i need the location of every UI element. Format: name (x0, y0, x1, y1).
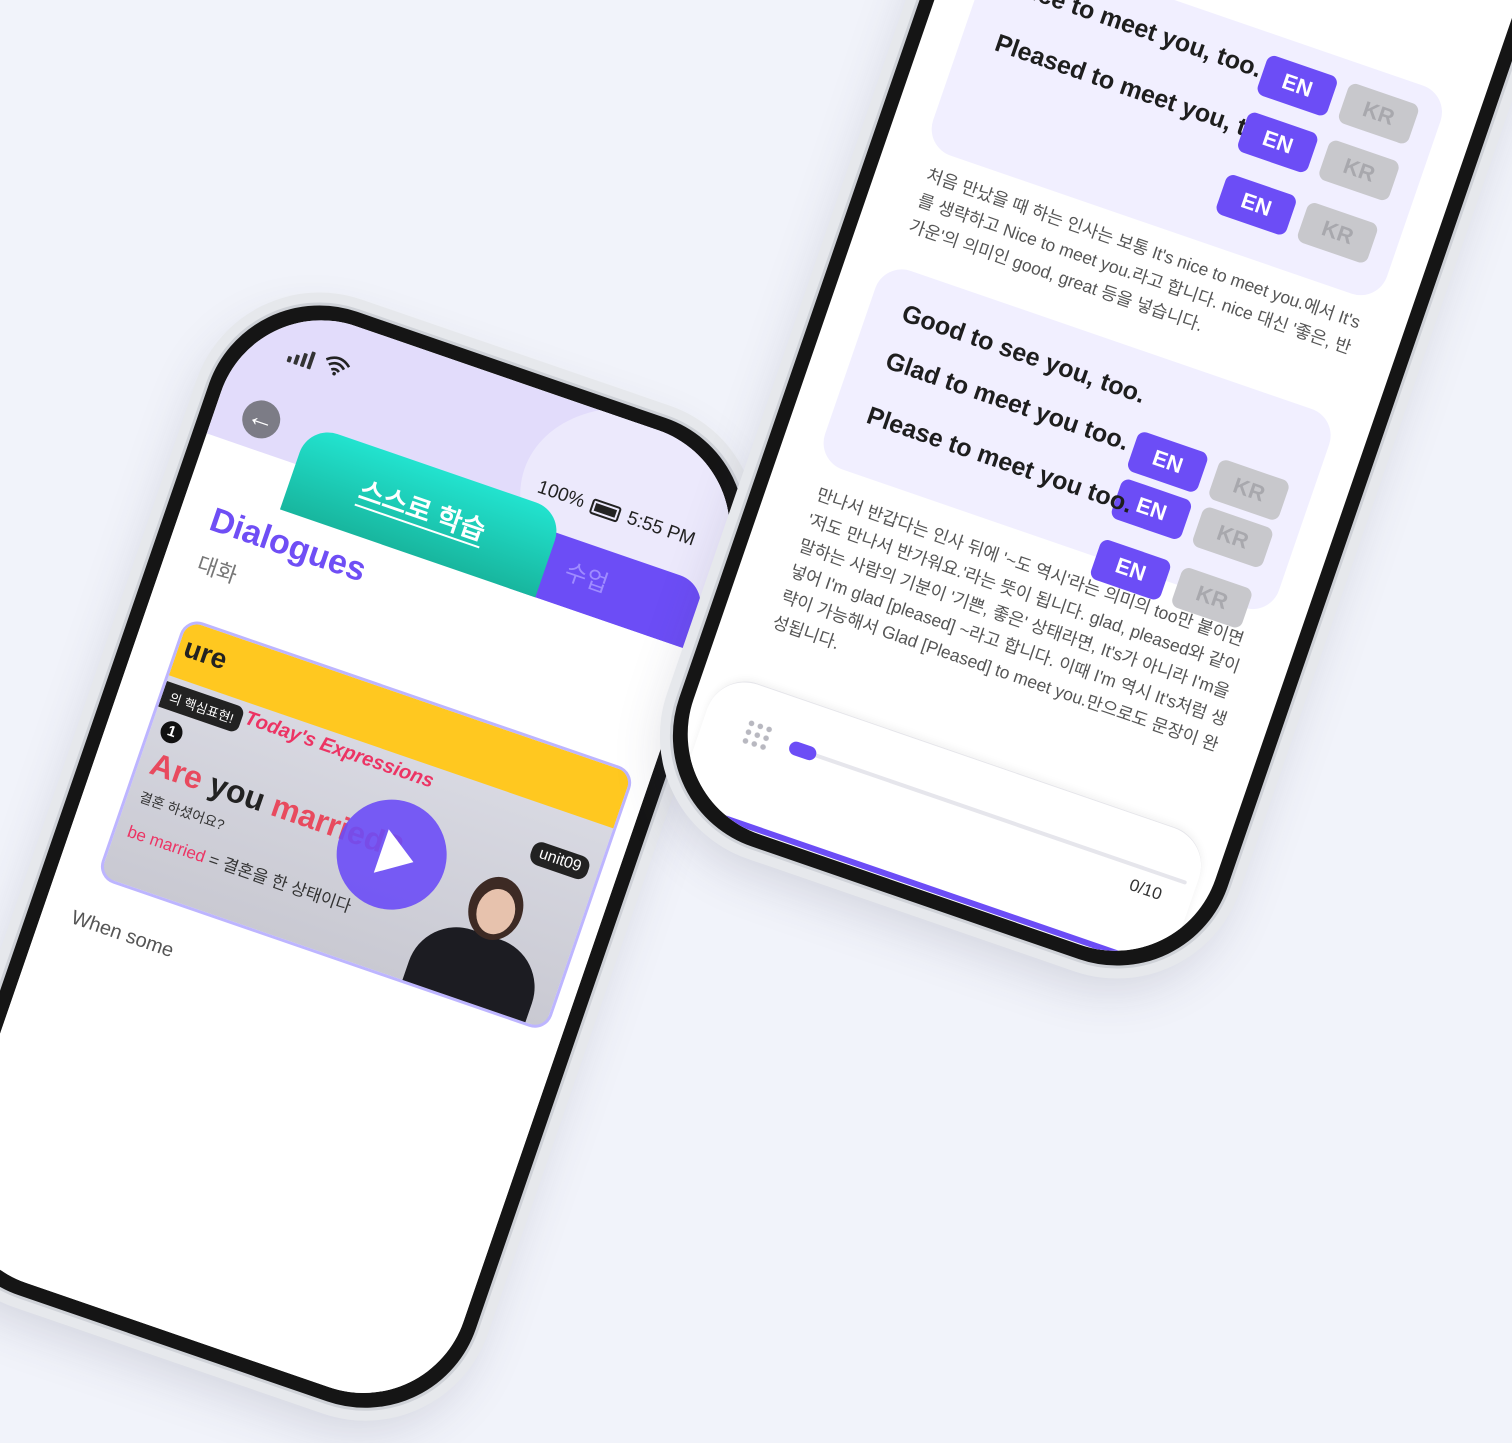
tab-class-label: 수업 (560, 558, 612, 599)
tab-self-study-label: 스스로 학습 (355, 475, 490, 547)
expression-number: 1 (157, 718, 186, 747)
left-screen: 100% 5:55 PM ← 수업 스스로 학습 Dialogues 대화 ur… (0, 291, 759, 1422)
kr-button[interactable]: KR (1295, 200, 1380, 265)
en-button[interactable]: EN (1214, 172, 1299, 237)
kr-button[interactable]: KR (1317, 138, 1401, 203)
video-banner-text: ure (180, 631, 232, 676)
left-phone: 100% 5:55 PM ← 수업 스스로 학습 Dialogues 대화 ur… (0, 270, 781, 1443)
wifi-icon (325, 356, 351, 376)
kr-button[interactable]: KR (1336, 81, 1421, 146)
right-screen: Nice to meet you, too. EN KR Pleased to … (658, 0, 1512, 980)
unit-badge: unit09 (527, 839, 593, 882)
signal-icon (286, 344, 316, 370)
en-button[interactable]: EN (1235, 110, 1320, 175)
keypad-icon[interactable] (739, 717, 776, 754)
en-button[interactable]: EN (1255, 53, 1340, 118)
progress-fill (787, 739, 819, 763)
right-phone: Nice to meet you, too. EN KR Pleased to … (637, 0, 1512, 1002)
progress-label: 0/10 (1126, 875, 1165, 904)
bottom-accent (674, 798, 1169, 974)
